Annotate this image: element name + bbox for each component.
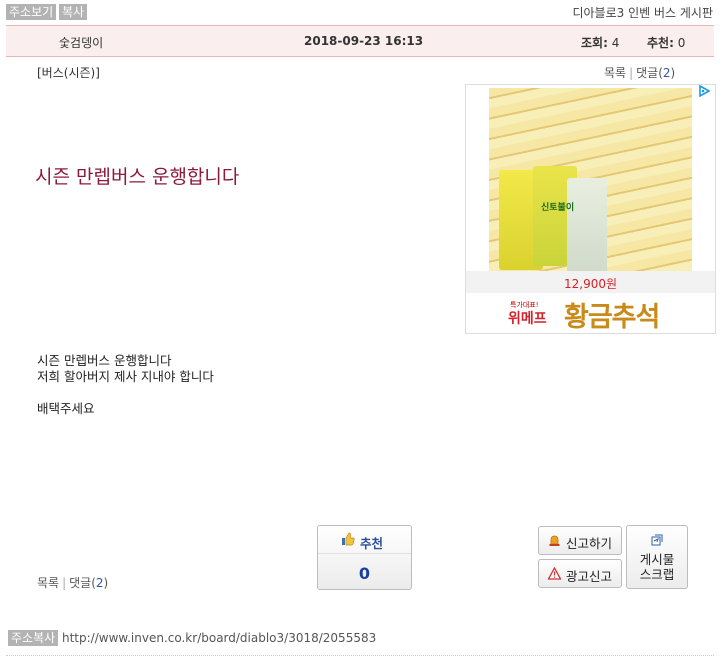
post-body: 시즌 만렙버스 운행합니다 저희 할아버지 제사 지내야 합니다 배택주세요 [37,353,214,417]
report-button[interactable]: 신고하기 [538,526,622,555]
recommend-count: 0 [358,564,371,583]
ad-report-label: 광고신고 [566,569,613,584]
ad-brand: 위메프 [508,311,547,327]
address-view-button[interactable]: 주소보기 [6,4,57,20]
board-name-link[interactable]: 디아블로3 인벤 버스 게시판 [572,4,713,21]
post-category: [버스(시즌)] [37,66,100,80]
comments-label: 댓글( [69,576,96,590]
ad-price: 12,900원 [563,277,618,291]
link-separator: | [62,576,67,590]
divider [6,655,714,656]
thumbs-up-icon [342,532,355,546]
recommend-label: 추천: [647,36,674,50]
author-name[interactable]: 숯검뎅이 [59,34,103,51]
comments-count: 2 [662,66,671,80]
top-links: 목록 | 댓글(2) [604,64,675,81]
advertisement[interactable]: 신토불이 12,900원 특가대표! 위메프 황금추석 [465,84,716,334]
views-counter: 조회: 4 [581,34,619,51]
body-line [37,385,214,401]
scrap-label-line2: 스크랩 [639,567,675,582]
comments-link-bottom[interactable]: 댓글(2) [69,576,108,590]
copy-button[interactable]: 복사 [59,4,88,20]
scrap-button[interactable]: 게시물 스크랩 [626,525,688,589]
comments-close: ) [670,66,676,80]
recommend-counter: 추천: 0 [647,34,685,51]
scrap-icon [651,534,663,546]
ad-slogan: 황금추석 [564,302,660,333]
ad-image: 신토불이 [489,88,692,278]
post-title: 시즌 만렙버스 운행합니다 [35,166,240,188]
recommend-button[interactable]: 추천 0 [317,525,412,590]
comments-close: ) [103,576,109,590]
post-datetime: 2018-09-23 16:13 [304,34,424,48]
bottom-links: 목록 | 댓글(2) [37,574,108,591]
link-separator: | [629,66,634,80]
scrap-label-line1: 게시물 [639,552,675,567]
ad-report-button[interactable]: 광고신고 [538,559,622,588]
list-link-bottom[interactable]: 목록 [37,576,59,590]
adchoices-icon[interactable] [698,85,710,97]
recommend-label-text: 추천 [360,536,384,551]
recommend-value: 0 [677,36,686,50]
address-copy-button[interactable]: 주소복사 [8,630,59,646]
body-line: 배택주세요 [37,401,95,416]
body-line: 저희 할아버지 제사 지내야 합니다 [37,369,214,384]
post-url: http://www.inven.co.kr/board/diablo3/301… [62,631,377,645]
report-label: 신고하기 [566,536,613,551]
comments-count: 2 [95,576,104,590]
url-row: 주소복사 http://www.inven.co.kr/board/diablo… [8,630,376,646]
siren-icon [549,535,560,546]
warning-icon [548,567,561,580]
post-info-bar: 숯검뎅이 2018-09-23 16:13 조회: 4 추천: 0 [6,25,714,57]
list-link[interactable]: 목록 [604,66,626,80]
comments-label: 댓글( [636,66,663,80]
views-label: 조회: [581,36,608,50]
ad-bag-label: 신토불이 [541,203,575,213]
views-value: 4 [611,36,620,50]
comments-link[interactable]: 댓글(2) [636,66,675,80]
body-line: 시즌 만렙버스 운행합니다 [37,353,172,368]
scrap-label: 게시물 스크랩 [627,552,687,582]
